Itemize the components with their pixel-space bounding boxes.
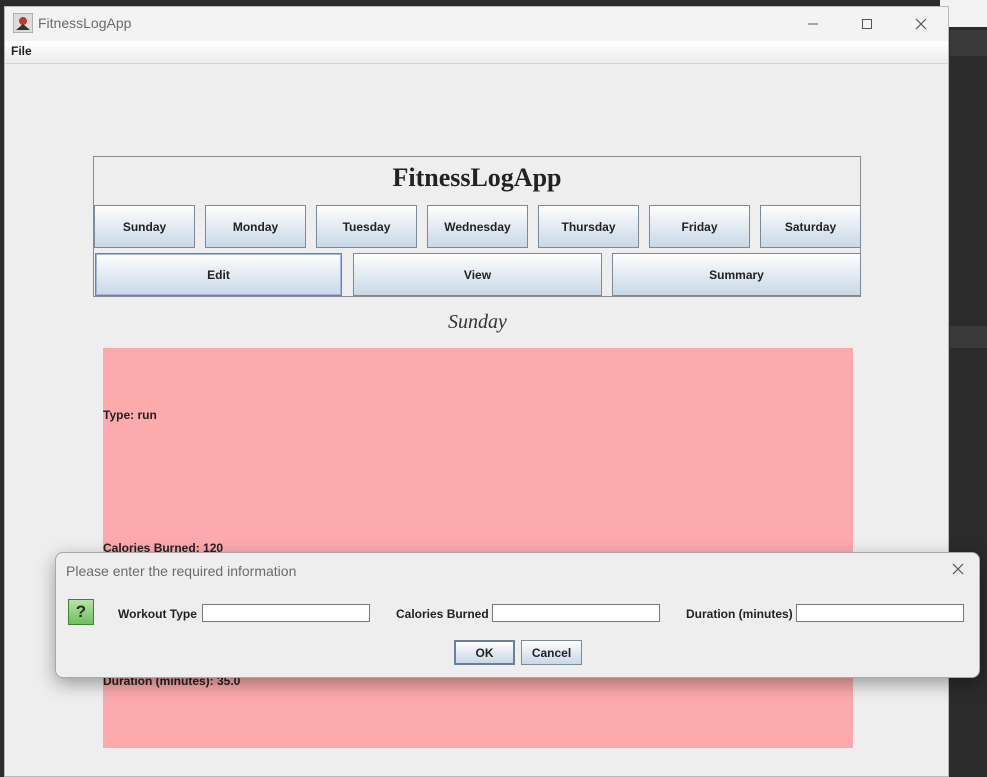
minimize-icon <box>808 23 818 25</box>
day-button-thursday[interactable]: Thursday <box>538 205 639 248</box>
day-button-sunday[interactable]: Sunday <box>94 205 195 248</box>
day-button-wednesday[interactable]: Wednesday <box>427 205 528 248</box>
title-bar: FitnessLogApp <box>5 7 948 41</box>
summary-button[interactable]: Summary <box>612 253 861 296</box>
java-app-icon <box>13 13 33 33</box>
header-panel: FitnessLogApp Sunday Monday Tuesday Wedn… <box>93 156 861 297</box>
day-button-saturday[interactable]: Saturday <box>760 205 861 248</box>
day-button-friday[interactable]: Friday <box>649 205 750 248</box>
window-title: FitnessLogApp <box>38 15 132 31</box>
day-button-monday[interactable]: Monday <box>205 205 306 248</box>
dialog-title: Please enter the required information <box>66 563 297 579</box>
view-button[interactable]: View <box>353 253 602 296</box>
workout-type-input[interactable] <box>202 604 370 622</box>
calories-burned-input[interactable] <box>492 604 660 622</box>
dialog-close-button[interactable] <box>947 559 969 581</box>
edit-button[interactable]: Edit <box>95 253 342 296</box>
workout-type-text: Type: run <box>103 408 157 422</box>
duration-input[interactable] <box>796 604 964 622</box>
background-strip <box>950 30 987 56</box>
close-icon <box>915 18 927 30</box>
duration-label: Duration (minutes) <box>686 607 793 621</box>
workout-type-label: Workout Type <box>118 607 197 621</box>
background-strip <box>950 326 987 348</box>
input-dialog: Please enter the required information ? … <box>55 552 980 678</box>
menu-file[interactable]: File <box>11 44 32 58</box>
calories-burned-label: Calories Burned <box>396 607 489 621</box>
day-button-tuesday[interactable]: Tuesday <box>316 205 417 248</box>
question-icon: ? <box>68 599 94 625</box>
menu-bar: File <box>5 41 948 64</box>
maximize-icon <box>862 19 872 29</box>
workout-entry-panel: Type: run Calories Burned: 120 Duration … <box>103 348 853 748</box>
minimize-button[interactable] <box>786 7 840 41</box>
maximize-button[interactable] <box>840 7 894 41</box>
app-title: FitnessLogApp <box>392 163 562 192</box>
close-icon <box>952 563 964 575</box>
day-heading: Sunday <box>448 311 507 333</box>
ok-button[interactable]: OK <box>454 640 515 665</box>
cancel-button[interactable]: Cancel <box>521 640 582 665</box>
close-button[interactable] <box>894 7 948 41</box>
